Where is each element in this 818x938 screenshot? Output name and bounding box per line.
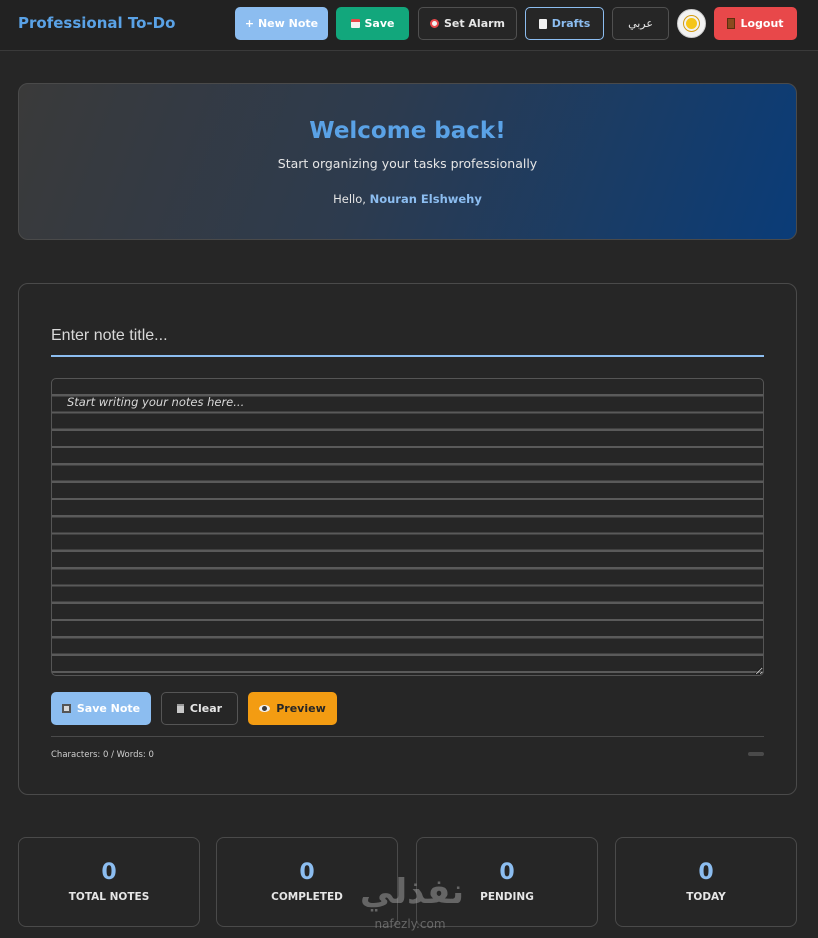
save-button[interactable]: Save — [336, 7, 409, 40]
floppy-disk-icon — [61, 704, 71, 713]
door-icon — [727, 18, 736, 29]
save-note-label: Save Note — [76, 702, 141, 715]
stat-label: TODAY — [686, 891, 726, 903]
drafts-label: Drafts — [551, 17, 591, 30]
trash-icon — [176, 704, 184, 713]
preview-label: Preview — [276, 702, 326, 715]
stat-value: 0 — [101, 860, 117, 885]
logout-label: Logout — [740, 17, 784, 30]
document-icon — [538, 18, 547, 29]
editor-divider — [51, 736, 764, 737]
top-navbar: Professional To-Do + New Note Save Set A… — [0, 0, 818, 51]
language-toggle-button[interactable]: عربي — [612, 7, 669, 40]
language-label: عربي — [628, 17, 653, 30]
progress-indicator — [748, 752, 764, 756]
save-note-button[interactable]: Save Note — [51, 692, 151, 725]
sun-icon — [686, 18, 697, 29]
theme-toggle-button[interactable] — [677, 9, 706, 38]
stat-card-total-notes: 0 TOTAL NOTES — [18, 837, 200, 927]
stat-card-pending: 0 PENDING — [416, 837, 598, 927]
stat-label: TOTAL NOTES — [68, 891, 150, 903]
app-brand[interactable]: Professional To-Do — [18, 14, 175, 32]
calendar-icon — [350, 19, 360, 28]
new-note-button[interactable]: + New Note — [235, 7, 328, 40]
note-editor-card: Save Note Clear Preview Characters: 0 / … — [18, 283, 797, 795]
logout-button[interactable]: Logout — [714, 7, 797, 40]
welcome-banner: Welcome back! Start organizing your task… — [18, 83, 797, 240]
clear-label: Clear — [189, 702, 223, 715]
welcome-subtitle: Start organizing your tasks professional… — [277, 156, 538, 171]
clear-button[interactable]: Clear — [161, 692, 238, 725]
stat-value: 0 — [499, 860, 515, 885]
note-body-textarea[interactable] — [51, 378, 764, 676]
character-word-counter: Characters: 0 / Words: 0 — [51, 750, 154, 760]
greeting-hello: Hello, — [333, 192, 366, 206]
stat-label: COMPLETED — [271, 891, 343, 903]
stat-value: 0 — [698, 860, 714, 885]
set-alarm-label: Set Alarm — [443, 17, 506, 30]
new-note-label: + New Note — [244, 17, 319, 30]
greeting: Hello, Nouran Elshwehy — [19, 192, 796, 206]
drafts-button[interactable]: Drafts — [525, 7, 604, 40]
stat-label: PENDING — [480, 891, 534, 903]
welcome-title: Welcome back! — [309, 118, 506, 144]
note-title-input[interactable] — [51, 317, 764, 357]
save-label: Save — [364, 17, 395, 30]
stat-card-today: 0 TODAY — [615, 837, 797, 927]
set-alarm-button[interactable]: Set Alarm — [418, 7, 517, 40]
preview-button[interactable]: Preview — [248, 692, 337, 725]
stat-value: 0 — [299, 860, 315, 885]
eye-icon — [259, 705, 271, 712]
user-name: Nouran Elshwehy — [369, 192, 482, 206]
stat-card-completed: 0 COMPLETED — [216, 837, 398, 927]
alarm-clock-icon — [429, 19, 439, 28]
